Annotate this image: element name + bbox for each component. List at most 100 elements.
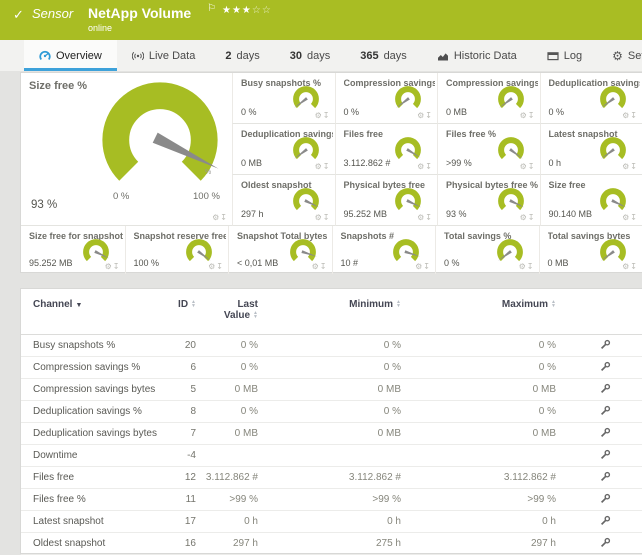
channel-settings-wrench-icon[interactable] [600,339,611,353]
channel-settings-wrench-icon[interactable] [600,383,611,397]
column-header-minimum[interactable]: Minimum▲▼ [258,299,401,310]
channel-name[interactable]: Latest snapshot [33,516,163,527]
channel-id: 7 [163,428,196,439]
channel-minimum: 0 MB [258,428,401,439]
tile-actions[interactable]: ⚙↧ [315,213,331,222]
pin-icon[interactable]: ↧ [323,162,331,171]
channel-name[interactable]: Busy snapshots % [33,340,163,351]
channel-last-value: >99 % [196,494,258,505]
table-row: Deduplication savings bytes 7 0 MB 0 MB … [21,423,642,445]
channel-name[interactable]: Downtime [33,450,163,461]
channel-settings-wrench-icon[interactable] [600,537,611,551]
gear-icon[interactable]: ⚙ [315,213,323,222]
pin-icon[interactable]: ↧ [528,162,536,171]
tile-actions[interactable]: ⚙↧ [105,262,121,271]
tab-2-days[interactable]: 2 days [210,40,274,71]
pin-icon[interactable]: ↧ [320,262,328,271]
priority-stars[interactable]: ★★★☆☆ [222,5,272,16]
pin-icon[interactable]: ↧ [323,213,331,222]
channel-name[interactable]: Deduplication savings bytes [33,428,163,439]
tab-log[interactable]: Log [532,40,597,71]
channel-settings-wrench-icon[interactable] [600,471,611,485]
tile-actions[interactable]: ⚙↧ [417,213,433,222]
gear-icon[interactable]: ⚙ [105,262,113,271]
channel-id: 11 [163,494,196,505]
channel-name[interactable]: Compression savings bytes [33,384,163,395]
pin-icon[interactable]: ↧ [425,162,433,171]
channel-name[interactable]: Oldest snapshot [33,538,163,549]
status-ok-icon: ✓ [13,7,24,23]
table-row: Oldest snapshot 16 297 h 275 h 297 h [21,533,642,555]
channel-settings-wrench-icon[interactable] [600,427,611,441]
tile-actions[interactable]: ⚙↧ [622,213,638,222]
tab-settings[interactable]: ⚙ Settings [597,40,642,71]
tile-actions[interactable]: ⚙↧ [622,111,638,120]
gear-icon[interactable]: ⚙ [312,262,320,271]
tile-actions[interactable]: ⚙↧ [212,213,228,222]
tile-actions[interactable]: ⚙↧ [622,262,638,271]
pin-icon[interactable]: ↧ [113,262,121,271]
column-header-id[interactable]: ID▲▼ [163,299,196,310]
column-header-last-value[interactable]: Last Value▲▼ [196,299,258,321]
tile-actions[interactable]: ⚙↧ [315,111,331,120]
pin-icon[interactable]: ↧ [220,213,228,222]
tile-actions[interactable]: ⚙↧ [417,162,433,171]
tab-label: Log [564,50,582,62]
column-header-channel[interactable]: Channel▼ [33,299,163,310]
channel-maximum: 0 % [401,340,556,351]
pin-icon[interactable]: ↧ [527,262,535,271]
tile-actions[interactable]: ⚙↧ [520,213,536,222]
tile-actions[interactable]: ⚙↧ [622,162,638,171]
pin-icon[interactable]: ↧ [216,262,224,271]
channel-settings-wrench-icon[interactable] [600,361,611,375]
channel-name[interactable]: Files free % [33,494,163,505]
tile-actions[interactable]: ⚙↧ [520,111,536,120]
gauge-tile: Size free for snapshots 95.252 MB ⚙↧ [21,226,125,274]
column-header-maximum[interactable]: Maximum▲▼ [401,299,556,310]
pin-icon[interactable]: ↧ [630,111,638,120]
channel-minimum: 3.112.862 # [258,472,401,483]
channel-name[interactable]: Deduplication savings % [33,406,163,417]
tab-live-data[interactable]: Live Data [117,40,210,71]
pin-icon[interactable]: ↧ [630,162,638,171]
tile-actions[interactable]: ⚙↧ [312,262,328,271]
gauge-title: Size free % [29,80,87,92]
tab-label: days [384,50,407,62]
pin-icon[interactable]: ↧ [630,213,638,222]
channel-settings-wrench-icon[interactable] [600,405,611,419]
channel-last-value: 0 % [196,406,258,417]
gauge-value: 93 % [31,199,57,211]
pin-icon[interactable]: ↧ [630,262,638,271]
pin-icon[interactable]: ↧ [425,111,433,120]
pin-icon[interactable]: ↧ [323,111,331,120]
tab-historic-data[interactable]: Historic Data [422,40,532,71]
tile-actions[interactable]: ⚙↧ [415,262,431,271]
channel-settings-wrench-icon[interactable] [600,449,611,463]
tile-actions[interactable]: ⚙↧ [315,162,331,171]
gauge-tile: Total savings bytes 0 MB ⚙↧ [539,226,642,274]
gear-icon[interactable]: ⚙ [315,111,323,120]
gauge-value: < 0,01 MB [237,258,278,268]
pin-icon[interactable]: ↧ [528,213,536,222]
tile-actions[interactable]: ⚙↧ [417,111,433,120]
tab-365-days[interactable]: 365 days [345,40,422,71]
gauge-value: 95.252 MB [29,258,73,268]
priority-flag-icon[interactable]: ⚐ [207,3,216,14]
gear-icon[interactable]: ⚙ [519,262,527,271]
tab-overview[interactable]: Overview [24,40,117,71]
gear-icon[interactable]: ⚙ [315,162,323,171]
channel-name[interactable]: Files free [33,472,163,483]
gear-icon[interactable]: ⚙ [520,111,528,120]
tile-actions[interactable]: ⚙↧ [208,262,224,271]
channel-settings-wrench-icon[interactable] [600,515,611,529]
gear-icon[interactable]: ⚙ [520,213,528,222]
pin-icon[interactable]: ↧ [425,213,433,222]
tile-actions[interactable]: ⚙↧ [520,162,536,171]
channel-name[interactable]: Compression savings % [33,362,163,373]
tab-30-days[interactable]: 30 days [275,40,346,71]
tile-actions[interactable]: ⚙↧ [519,262,535,271]
gear-icon[interactable]: ⚙ [520,162,528,171]
pin-icon[interactable]: ↧ [528,111,536,120]
channel-settings-wrench-icon[interactable] [600,493,611,507]
pin-icon[interactable]: ↧ [423,262,431,271]
